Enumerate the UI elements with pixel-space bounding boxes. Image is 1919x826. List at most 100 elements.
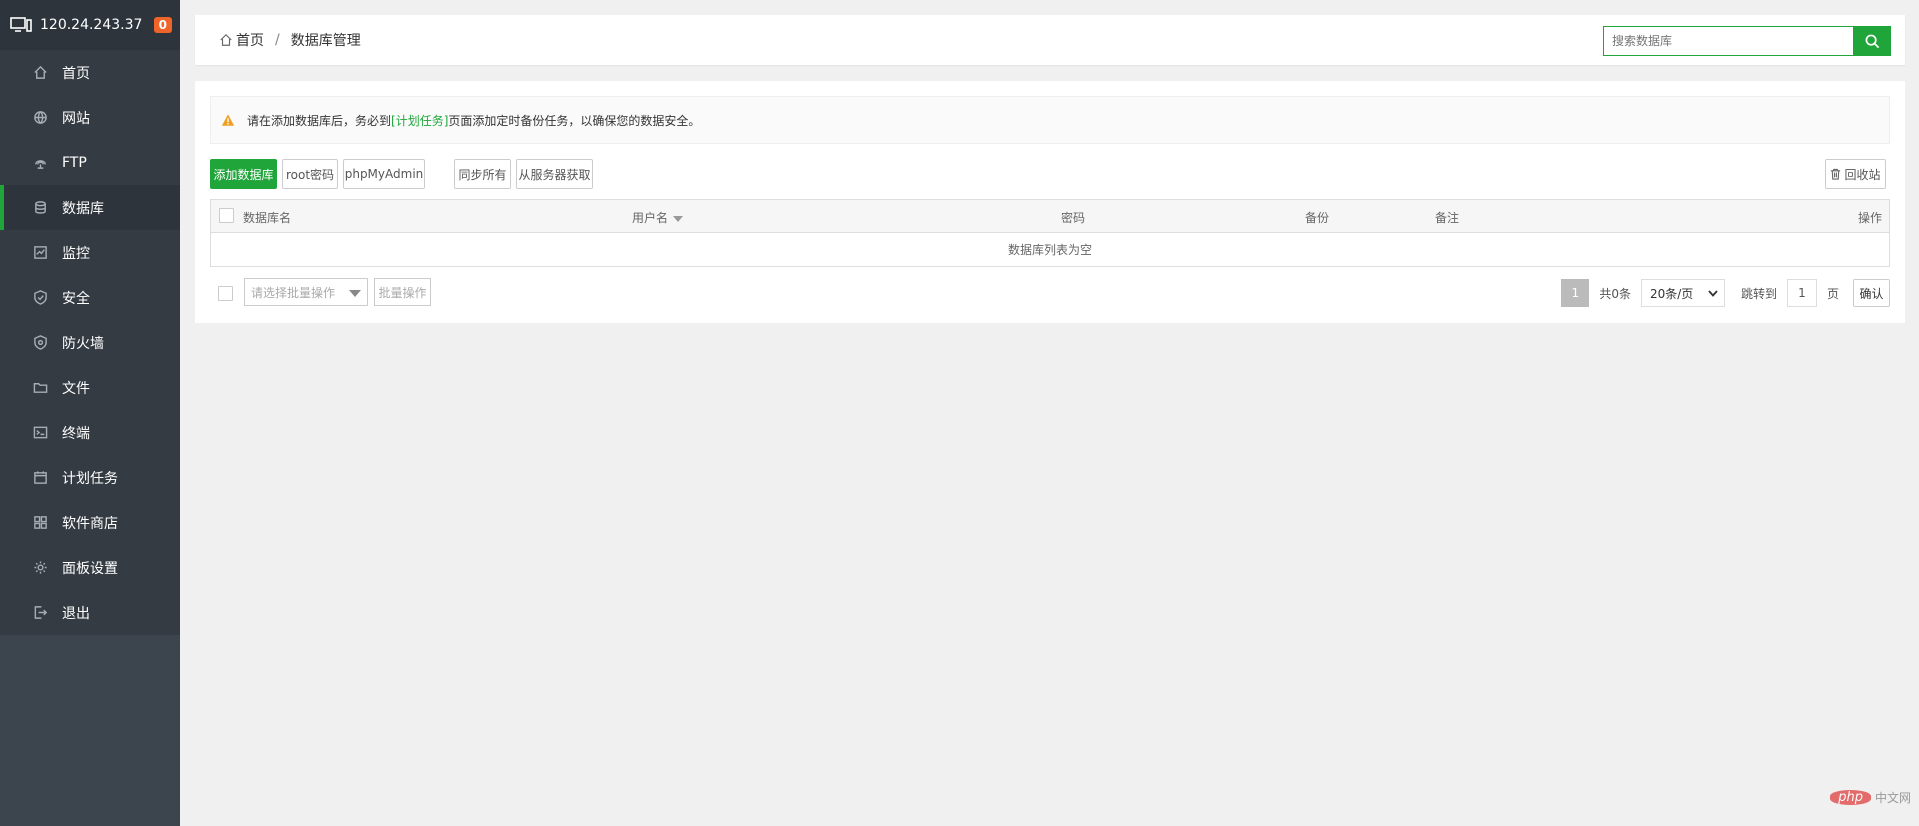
search-input[interactable] [1603, 26, 1853, 56]
search-box [1603, 26, 1891, 56]
breadcrumb-home[interactable]: 首页 [236, 30, 264, 50]
notice-text-before: 请在添加数据库后，务必到 [247, 113, 392, 128]
sidebar-item-store[interactable]: 软件商店 [0, 500, 180, 545]
watermark: php 中文网 [1830, 789, 1911, 806]
sidebar-item-label: 退出 [62, 605, 90, 622]
backup-notice: 请在添加数据库后，务必到 [计划任务] 页面添加定时备份任务，以确保您的数据安全。 [210, 96, 1890, 144]
sidebar-item-label: 安全 [62, 290, 90, 307]
warning-icon [221, 114, 235, 126]
page-size-value: 20条/页 [1649, 286, 1694, 301]
breadcrumb-separator: / [275, 32, 280, 48]
sidebar-item-label: 数据库 [62, 200, 104, 217]
breadcrumb-current: 数据库管理 [290, 33, 361, 49]
sidebar-menu: 首页 网站 FTP 数据库 监控 安全 防火墙 文件 终端 计划任务 软件商店 … [0, 50, 180, 635]
sidebar-item-database[interactable]: 数据库 [0, 185, 180, 230]
home-icon [220, 33, 232, 46]
phpmyadmin-button[interactable]: phpMyAdmin [343, 159, 425, 189]
sidebar: 120.24.243.37 0 首页 网站 FTP 数据库 监控 安全 防火墙 … [0, 0, 180, 826]
sidebar-item-label: 面板设置 [62, 560, 118, 577]
jump-confirm-button[interactable]: 确认 [1853, 279, 1890, 307]
sidebar-item-label: FTP [62, 154, 87, 171]
sidebar-item-label: 文件 [62, 380, 90, 397]
footer-select-all-checkbox[interactable] [218, 286, 233, 301]
sidebar-item-label: 网站 [62, 110, 90, 127]
sidebar-item-website[interactable]: 网站 [0, 95, 180, 140]
sidebar-item-home[interactable]: 首页 [0, 50, 180, 95]
notification-badge[interactable]: 0 [153, 17, 172, 33]
empty-message: 数据库列表为空 [1007, 243, 1092, 257]
col-database-name: 数据库名 [243, 211, 292, 225]
sidebar-item-label: 软件商店 [62, 515, 118, 532]
col-username[interactable]: 用户名 [632, 209, 684, 226]
database-table: 数据库名 用户名 密码 备份 备注 操作 数据库列表为空 [210, 199, 1890, 267]
sidebar-item-firewall[interactable]: 防火墙 [0, 320, 180, 365]
terminal-icon [32, 425, 48, 441]
calendar-icon [32, 470, 48, 486]
table-empty-row: 数据库列表为空 [211, 233, 1889, 266]
database-icon [32, 200, 48, 216]
recycle-bin-label: 回收站 [1844, 167, 1881, 182]
sidebar-item-cron[interactable]: 计划任务 [0, 455, 180, 500]
sidebar-item-terminal[interactable]: 终端 [0, 410, 180, 455]
col-username-label: 用户名 [632, 211, 669, 225]
server-ip: 120.24.243.37 [40, 17, 143, 33]
sidebar-item-monitor[interactable]: 监控 [0, 230, 180, 275]
shield-icon [32, 290, 48, 306]
watermark-text: 中文网 [1874, 791, 1911, 805]
batch-action-placeholder: 请选择批量操作 [251, 285, 336, 300]
toolbar: 添加数据库 root密码 phpMyAdmin 同步所有 从服务器获取 回收站 [210, 159, 1890, 189]
globe-icon [32, 110, 48, 126]
col-password: 密码 [1061, 211, 1086, 225]
folder-icon [32, 380, 48, 396]
sidebar-item-logout[interactable]: 退出 [0, 590, 180, 635]
col-note: 备注 [1435, 211, 1460, 225]
table-header: 数据库名 用户名 密码 备份 备注 操作 [211, 200, 1889, 233]
sidebar-item-label: 计划任务 [62, 470, 118, 487]
search-icon [1865, 34, 1879, 48]
grid-icon [32, 515, 48, 531]
cron-task-link[interactable]: [计划任务] [391, 112, 448, 129]
page-current[interactable]: 1 [1561, 279, 1590, 307]
chevron-down-icon [349, 290, 361, 297]
sidebar-item-label: 监控 [62, 245, 90, 262]
fetch-from-server-button[interactable]: 从服务器获取 [516, 159, 593, 189]
page-total: 共0条 [1599, 286, 1631, 301]
recycle-bin-button[interactable]: 回收站 [1825, 159, 1886, 189]
watermark-logo: php [1830, 790, 1871, 805]
ftp-icon [32, 155, 48, 171]
chevron-down-icon [1708, 289, 1718, 297]
computer-icon [10, 17, 32, 32]
search-button[interactable] [1853, 26, 1891, 56]
jump-label: 跳转到 [1740, 286, 1777, 301]
firewall-icon [32, 335, 48, 351]
trash-icon [1831, 168, 1841, 180]
sidebar-item-label: 首页 [62, 65, 90, 82]
col-actions: 操作 [1857, 211, 1882, 225]
sync-all-button[interactable]: 同步所有 [454, 159, 511, 189]
sidebar-item-label: 终端 [62, 425, 90, 442]
sort-down-icon [673, 216, 684, 222]
sidebar-item-security[interactable]: 安全 [0, 275, 180, 320]
main-panel: 请在添加数据库后，务必到 [计划任务] 页面添加定时备份任务，以确保您的数据安全。 … [195, 81, 1905, 323]
sidebar-item-settings[interactable]: 面板设置 [0, 545, 180, 590]
monitor-icon [32, 245, 48, 261]
page-size-select[interactable]: 20条/页 [1640, 279, 1725, 307]
table-footer: 请选择批量操作 批量操作 1 共0条 20条/页 跳转到 1 页 确认 [210, 278, 1890, 308]
page-unit-label: 页 [1826, 286, 1839, 301]
gear-icon [32, 560, 48, 576]
root-password-button[interactable]: root密码 [282, 159, 338, 189]
sidebar-header: 120.24.243.37 0 [0, 0, 180, 50]
logout-icon [32, 605, 48, 621]
sidebar-item-ftp[interactable]: FTP [0, 140, 180, 185]
batch-action-select[interactable]: 请选择批量操作 [244, 278, 368, 306]
header-bar: 首页 / 数据库管理 [195, 15, 1905, 65]
add-database-button[interactable]: 添加数据库 [210, 159, 277, 189]
batch-action-button[interactable]: 批量操作 [374, 278, 431, 306]
home-icon [32, 65, 48, 81]
breadcrumb: 首页 / 数据库管理 [219, 30, 361, 50]
jump-page-input[interactable]: 1 [1786, 279, 1817, 307]
sidebar-item-files[interactable]: 文件 [0, 365, 180, 410]
select-all-checkbox[interactable] [219, 208, 234, 223]
col-backup: 备份 [1305, 211, 1330, 225]
pagination: 1 共0条 20条/页 跳转到 1 页 确认 [1561, 278, 1890, 308]
